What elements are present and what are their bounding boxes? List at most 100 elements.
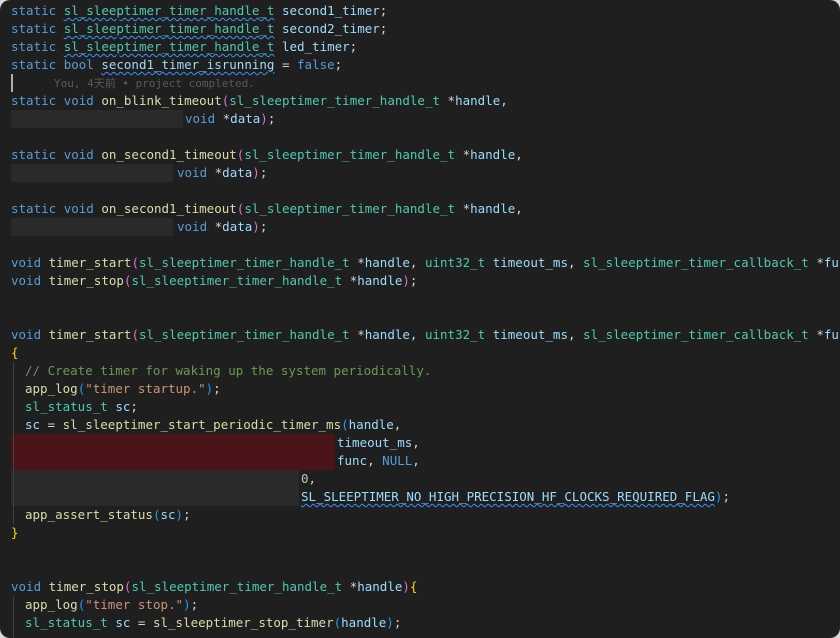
keyword: static [11,39,57,54]
code-line: 0, [301,471,317,486]
string-literal: "timer stop." [85,597,184,612]
function-name: on_blink_timeout [101,93,222,108]
keyword: static [11,201,57,216]
code-line: // Create timer for waking up the system… [25,362,431,380]
indent-guide [13,362,14,524]
type-name: sl_sleeptimer_timer_handle_t [131,273,343,288]
type-name: sl_sleeptimer_timer_handle_t [131,579,343,594]
keyword: static [11,3,57,18]
code-line: app_assert_status(sc); [25,507,191,522]
param: handle [470,201,516,216]
identifier: led_timer [281,39,350,54]
code-line: void *data); [177,219,268,234]
type-name: sl_status_t [25,399,108,414]
code-line: static bool second1_timer_isrunning = fa… [11,57,343,72]
identifier: second2_timer [281,21,380,36]
keyword: void [63,201,94,216]
function-name: timer_start [48,255,132,270]
type-name: uint32_t [424,327,486,342]
param: data [230,111,261,126]
indent-shading [11,470,299,506]
keyword: void [11,273,42,288]
indent-shading [11,110,183,128]
string-literal: "timer startup." [85,381,206,396]
type-name: sl_status_t [25,615,108,630]
code-editor[interactable]: static sl_sleeptimer_timer_handle_t seco… [0,0,840,638]
keyword: NULL [382,453,413,468]
keyword: void [177,165,208,180]
type-name: sl_sleeptimer_timer_callback_t [583,327,809,342]
keyword: static [11,147,57,162]
code-line: { [11,345,19,360]
function-name: app_log [25,381,78,396]
code-line: static void on_second1_timeout(sl_sleept… [11,201,523,216]
type-name: sl_sleeptimer_timer_callback_t [583,255,809,270]
type-name: uint32_t [424,255,486,270]
code-line: static void on_second1_timeout(sl_sleept… [11,147,523,162]
code-line: func, NULL, [337,453,420,468]
code-line: void *data); [185,111,276,126]
param: handle [341,615,387,630]
code-line: SL_SLEEPTIMER_NO_HIGH_PRECISION_HF_CLOCK… [301,489,730,504]
param: handle [348,417,394,432]
keyword: static [11,57,57,72]
function-name: on_second1_timeout [101,147,237,162]
type-name: sl_sleeptimer_timer_handle_t [138,255,350,270]
param: handle [364,255,410,270]
keyword: static [11,21,57,36]
param: handle [455,93,501,108]
param: func [823,255,840,270]
code-line: sc = sl_sleeptimer_start_periodic_timer_… [25,417,402,432]
indent-guide [13,596,14,638]
code-line: static sl_sleeptimer_timer_handle_t seco… [11,3,388,18]
function-name: timer_stop [48,273,124,288]
function-name: on_second1_timeout [101,201,237,216]
param: handle [357,273,403,288]
param: timeout_ms [492,255,568,270]
keyword: void [11,327,42,342]
type-name: sl_sleeptimer_timer_handle_t [63,39,275,54]
keyword: void [63,93,94,108]
type-name: sl_sleeptimer_timer_handle_t [244,201,456,216]
code-line: static void on_blink_timeout(sl_sleeptim… [11,93,508,108]
blame-text: You, 4天前 • project completed. [54,77,255,90]
keyword: bool [63,57,94,72]
param: func [337,453,368,468]
code-line: sl_status_t sc = sl_sleeptimer_stop_time… [25,615,402,630]
indent-shading [11,164,173,182]
identifier: second1_timer [281,3,380,18]
number-literal: 0 [301,471,309,486]
code-line: sl_status_t sc; [25,399,138,414]
code-line: static sl_sleeptimer_timer_handle_t seco… [11,21,388,36]
error-highlight-band [11,434,335,470]
code-line: void *data); [177,165,268,180]
param: timeout_ms [337,435,413,450]
keyword: void [11,579,42,594]
function-name: timer_stop [48,579,124,594]
type-name: sl_sleeptimer_timer_handle_t [229,93,440,108]
code-line: void timer_stop(sl_sleeptimer_timer_hand… [11,579,418,594]
param: timeout_ms [492,327,568,342]
param: handle [364,327,410,342]
code-line: void timer_start(sl_sleeptimer_timer_han… [11,326,840,344]
code-line: } [11,525,19,540]
identifier: sc [160,507,176,522]
function-name: sl_sleeptimer_stop_timer [152,615,334,630]
function-name: app_log [25,597,78,612]
keyword: void [63,147,94,162]
code-line: timeout_ms, [337,435,420,450]
code-line: static sl_sleeptimer_timer_handle_t led_… [11,39,358,54]
param: handle [357,579,403,594]
type-name: sl_sleeptimer_timer_handle_t [138,327,350,342]
keyword: void [185,111,216,126]
indent-shading [11,218,173,236]
keyword: static [11,93,57,108]
constant: SL_SLEEPTIMER_NO_HIGH_PRECISION_HF_CLOCK… [301,489,715,504]
keyword: void [177,219,208,234]
code-line: void timer_start(sl_sleeptimer_timer_han… [11,254,840,272]
param: func [823,327,840,342]
comment: // Create timer for waking up the system… [25,363,432,378]
code-line: app_log("timer stop."); [25,597,199,612]
code-line: app_log("timer startup."); [25,381,221,396]
function-name: timer_start [48,327,132,342]
